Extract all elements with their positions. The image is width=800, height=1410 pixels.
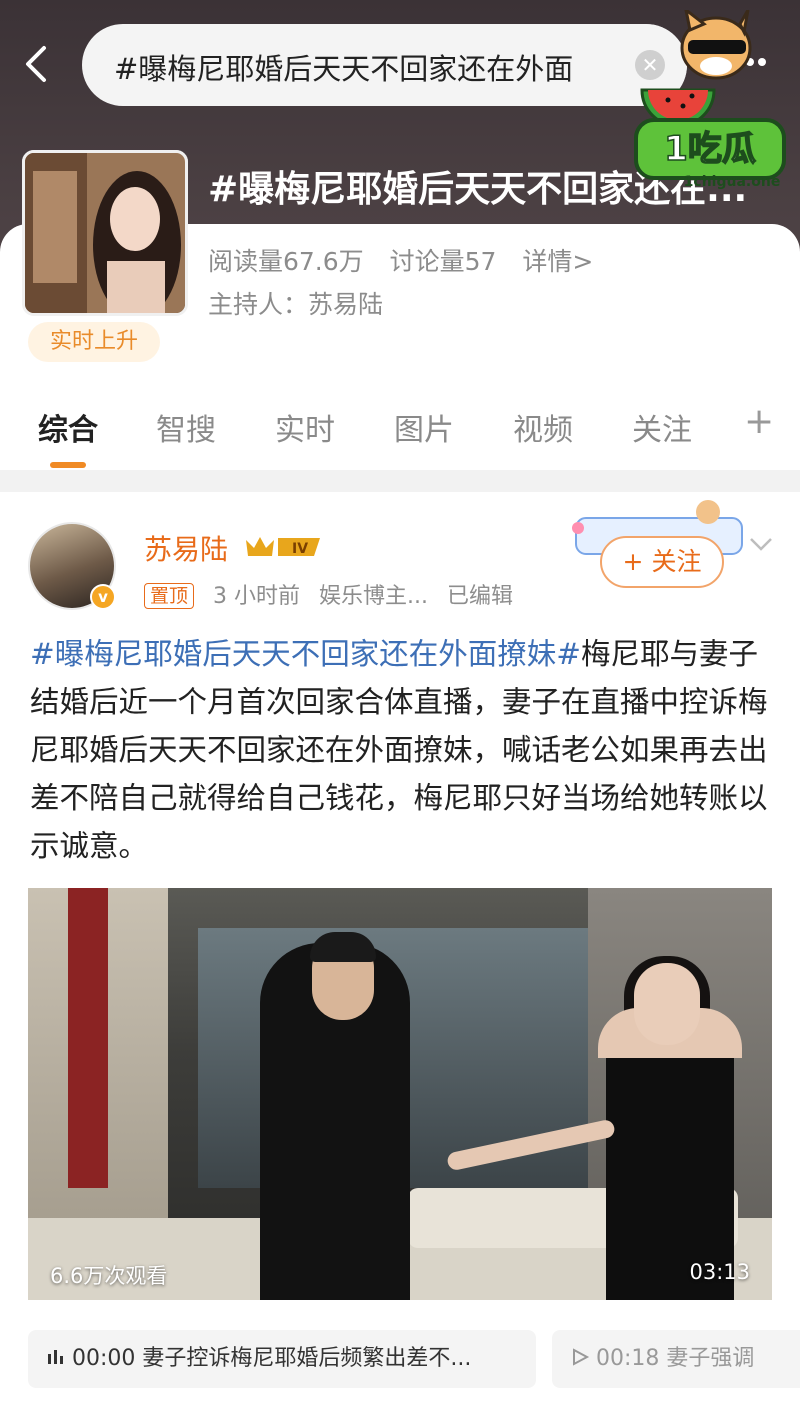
read-count: 阅读量67.6万: [208, 247, 364, 276]
verified-badge-icon: v: [90, 584, 116, 610]
details-link[interactable]: 详情>: [522, 247, 593, 276]
topic-thumbnail-front: [22, 150, 188, 316]
chevron-down-icon[interactable]: [748, 534, 774, 554]
level-crown-icon: IV: [246, 537, 320, 557]
chigua-logo: 1吃瓜 1chigua.one: [634, 10, 786, 190]
tab-images[interactable]: 图片: [394, 405, 454, 449]
back-arrow-icon[interactable]: [22, 44, 52, 84]
tab-comprehensive[interactable]: 综合: [38, 405, 98, 449]
chapter-1-title: 妻子控诉梅尼耶婚后频繁出差不...: [142, 1346, 472, 1371]
topic-stats: 阅读量67.6万 讨论量57 详情>: [208, 242, 611, 278]
author-name[interactable]: 苏易陆: [144, 528, 228, 568]
logo-text: 1吃瓜: [664, 129, 756, 169]
post-time: 3 小时前: [213, 584, 301, 609]
rising-badge: 实时上升: [28, 322, 160, 362]
tab-smart-search[interactable]: 智搜: [156, 405, 216, 449]
edited-label: 已编辑: [447, 584, 514, 609]
audio-bars-icon: [48, 1350, 63, 1364]
post-meta: 置顶 3 小时前 娱乐博主... 已编辑: [144, 578, 513, 610]
chapter-1-time: 00:00: [72, 1346, 136, 1371]
video-chapter-2[interactable]: 00:18 妻子强调: [552, 1330, 800, 1388]
video-duration: 03:13: [689, 1260, 750, 1284]
video-views: 6.6万次观看: [50, 1264, 168, 1288]
post-source: 娱乐博主...: [319, 584, 428, 609]
logo-url-text: 1chigua.one: [684, 174, 781, 190]
post-card: v 苏易陆 IV 置顶 3 小时前 娱乐博主... 已编辑 + 关注 #曝梅尼耶…: [0, 492, 800, 1410]
tab-videos[interactable]: 视频: [513, 405, 573, 449]
play-icon: [573, 1348, 590, 1366]
tab-bar: 综合 智搜 实时 图片 视频 关注 +: [0, 401, 800, 468]
level-badge-text: IV: [292, 541, 308, 557]
add-tab-icon[interactable]: +: [744, 401, 774, 442]
video-player[interactable]: 6.6万次观看 03:13: [28, 888, 772, 1300]
chapter-2-time: 00:18: [596, 1346, 660, 1371]
host-info[interactable]: 主持人：苏易陆: [208, 285, 383, 321]
post-hashtag[interactable]: #曝梅尼耶婚后天天不回家还在外面撩妹#: [30, 637, 581, 671]
search-bar[interactable]: #曝梅尼耶婚后天天不回家还在外面 ✕: [82, 24, 687, 106]
search-query-text: #曝梅尼耶婚后天天不回家还在外面: [114, 52, 574, 86]
post-body: #曝梅尼耶婚后天天不回家还在外面撩妹#梅尼耶与妻子结婚后近一个月首次回家合体直播…: [30, 630, 770, 870]
pinned-badge: 置顶: [144, 583, 195, 609]
video-chapter-1[interactable]: 00:00 妻子控诉梅尼耶婚后频繁出差不...: [28, 1330, 536, 1388]
tab-following[interactable]: 关注: [632, 405, 692, 449]
active-tab-indicator: [50, 462, 86, 468]
chapter-2-title: 妻子强调: [666, 1346, 755, 1371]
follow-button[interactable]: + 关注: [600, 536, 724, 588]
discussion-count: 讨论量57: [389, 247, 497, 276]
tab-realtime[interactable]: 实时: [275, 405, 335, 449]
